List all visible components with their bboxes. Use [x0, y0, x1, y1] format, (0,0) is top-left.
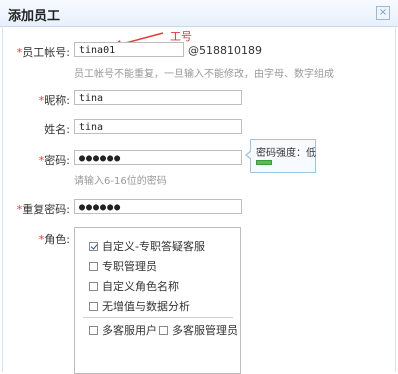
role-item-label: 多客服用户	[102, 324, 157, 337]
close-icon[interactable]: ×	[376, 6, 390, 20]
role-item-label: 专职管理员	[102, 260, 157, 273]
role-checkbox[interactable]	[89, 262, 98, 271]
dialog-title: 添加员工	[8, 9, 61, 24]
account-suffix: @518810189	[188, 44, 262, 57]
nickname-input[interactable]: tina	[74, 90, 242, 105]
role-item[interactable]: 专职管理员	[89, 258, 157, 273]
name-label: 姓名:	[44, 123, 70, 136]
account-input[interactable]: tina01	[74, 42, 184, 57]
role-item-label: 自定义角色名称	[102, 280, 179, 293]
role-checkbox[interactable]	[89, 282, 98, 291]
password-hint: 请输入6-16位的密码	[74, 176, 167, 187]
name-input[interactable]: tina	[74, 119, 242, 134]
role-item-label: 多客服管理员	[172, 324, 238, 337]
account-hint: 员工帐号不能重复，一旦输入不能修改，由字母、数字组成	[74, 69, 334, 80]
password-label: *密码:	[38, 154, 70, 167]
roles-divider	[83, 317, 233, 318]
roles-label: *角色:	[38, 233, 70, 246]
password-input[interactable]: ●●●●●●	[74, 150, 242, 165]
strength-bar-fill	[256, 160, 273, 165]
strength-bar	[256, 160, 310, 165]
role-item-label: 自定义-专职答疑客服	[102, 240, 205, 253]
role-item[interactable]: 多客服用户	[89, 322, 157, 337]
role-checkbox[interactable]	[89, 326, 98, 335]
role-item[interactable]: 多客服管理员	[159, 322, 238, 337]
role-checkbox[interactable]	[89, 242, 98, 251]
role-item[interactable]: 自定义-专职答疑客服	[89, 238, 205, 253]
role-item[interactable]: 无增值与数据分析	[89, 298, 190, 313]
password-strength-tooltip: 密码强度：低	[245, 139, 316, 173]
account-label: *员工帐号:	[16, 46, 70, 59]
role-item[interactable]: 自定义角色名称	[89, 278, 179, 293]
tooltip-arrow-inner	[247, 151, 252, 159]
role-checkbox[interactable]	[89, 302, 98, 311]
role-checkbox[interactable]	[159, 326, 168, 335]
nickname-label: *昵称:	[38, 94, 70, 107]
dialog-title-bar: 添加员工 ×	[0, 0, 398, 27]
confirm-password-label: *重复密码:	[16, 203, 70, 216]
strength-label: 密码强度：低	[256, 148, 316, 159]
confirm-password-input[interactable]: ●●●●●●	[74, 199, 242, 214]
roles-list: 自定义-专职答疑客服 专职管理员 自定义角色名称 无增值与数据分析 多客服用户 …	[74, 227, 241, 374]
role-item-label: 无增值与数据分析	[102, 300, 190, 313]
